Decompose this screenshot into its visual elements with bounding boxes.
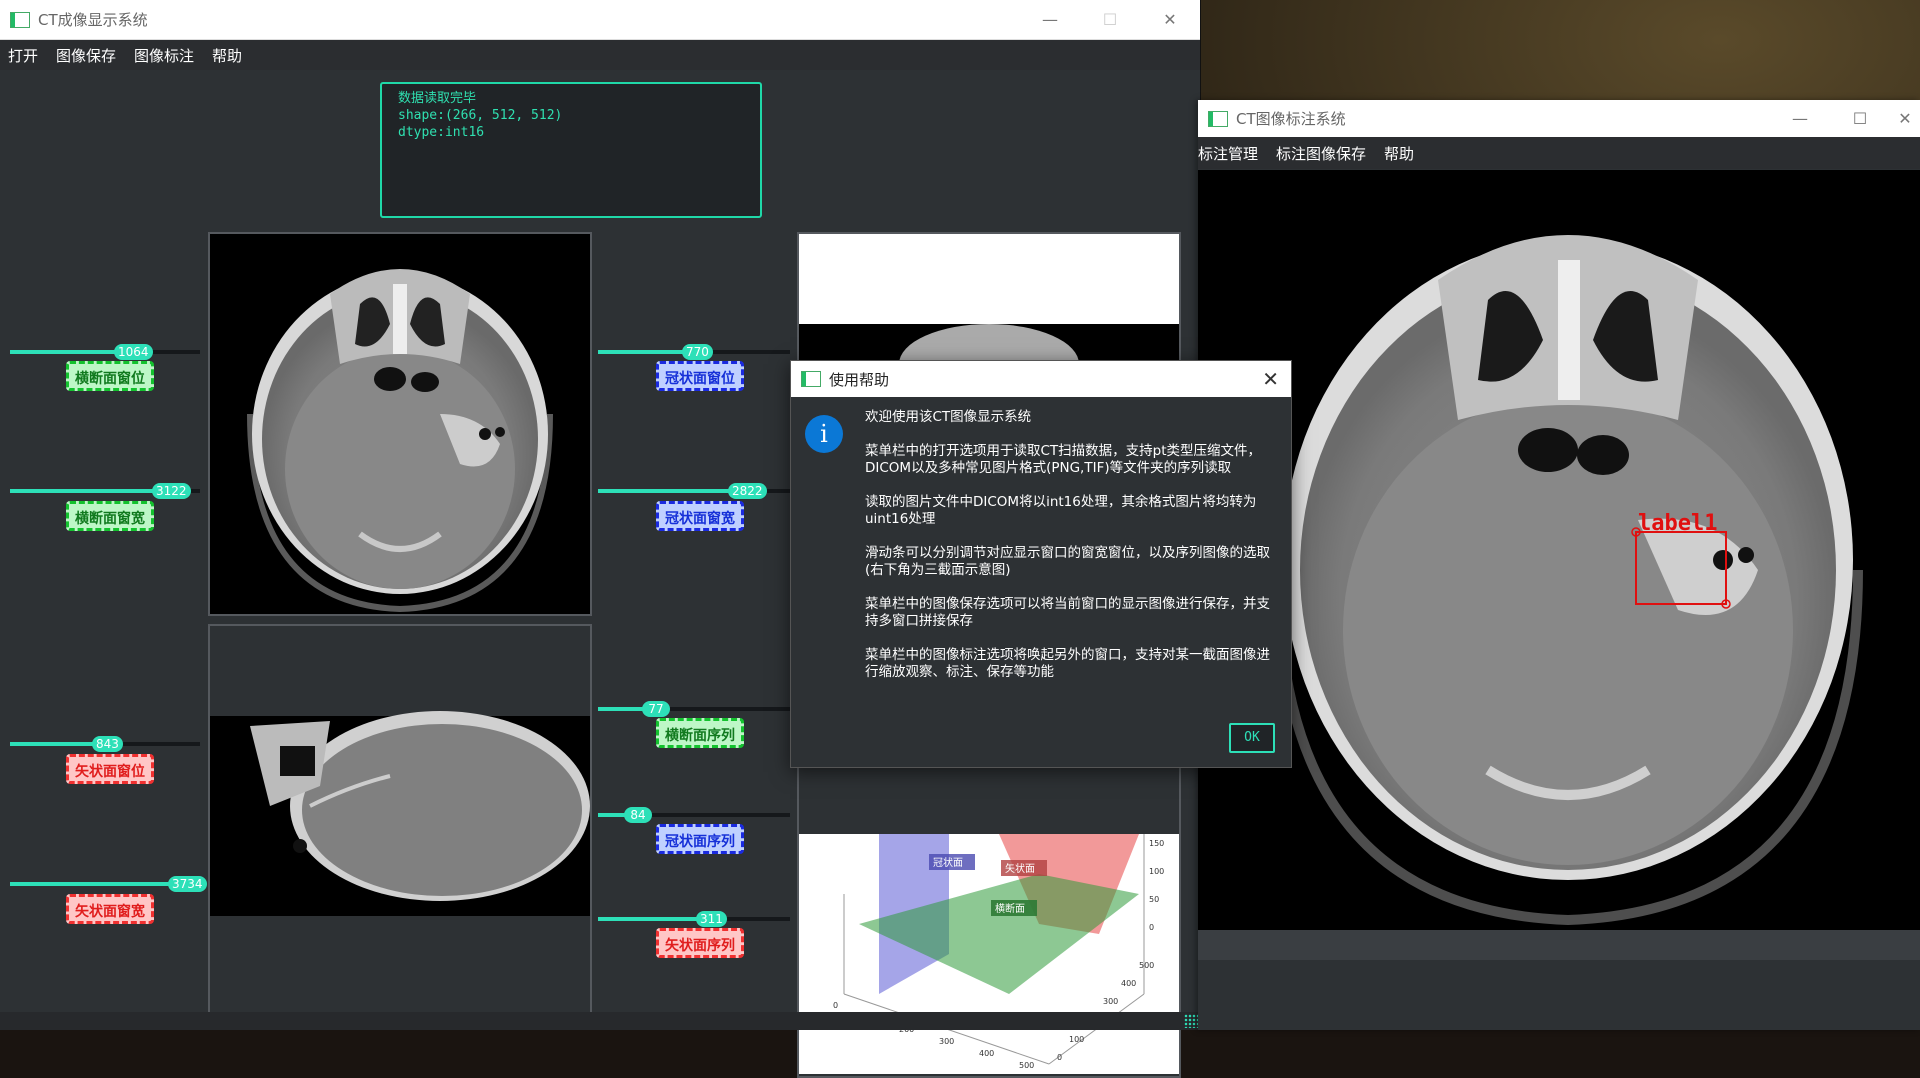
app-icon [10, 11, 30, 28]
axial-width-label: 横断面窗宽 [66, 501, 154, 531]
coronal-index-slider[interactable]: 84 [598, 804, 790, 826]
help-paragraph: 菜单栏中的图像保存选项可以将当前窗口的显示图像进行保存，并支持多窗口拼接保存 [865, 596, 1270, 629]
annotation-window-title: CT图像标注系统 [1236, 110, 1346, 128]
help-dialog-titlebar[interactable]: 使用帮助 ✕ [791, 361, 1291, 397]
sagittal-index-label: 矢状面序列 [656, 928, 744, 958]
annotation-bottom-bar [1198, 930, 1920, 960]
slider-value[interactable]: 3734 [168, 876, 207, 892]
menu-annotation-save[interactable]: 标注图像保存 [1276, 143, 1366, 164]
slider-value[interactable]: 77 [642, 701, 670, 717]
z-tick: 0 [1149, 923, 1154, 932]
close-button[interactable]: ✕ [1890, 100, 1920, 137]
axial-ct-image [210, 234, 590, 614]
minimize-button[interactable]: — [1770, 100, 1830, 137]
slider-value[interactable]: 84 [624, 807, 652, 823]
help-dialog-body: i 欢迎使用该CT图像显示系统 菜单栏中的打开选项用于读取CT扫描数据，支持pt… [791, 397, 1291, 767]
annotation-image-view[interactable]: label1 [1198, 170, 1920, 930]
annotation-titlebar[interactable]: CT图像标注系统 — ☐ ✕ [1198, 100, 1920, 137]
x-tick: 0 [833, 1001, 838, 1010]
maximize-button[interactable]: ☐ [1080, 0, 1140, 39]
coronal-level-label: 冠状面窗位 [656, 361, 744, 391]
help-paragraph: 菜单栏中的图像标注选项将唤起另外的窗口，支持对某一截面图像进行缩放观察、标注、保… [865, 647, 1270, 680]
slider-value[interactable]: 2822 [728, 483, 767, 499]
annotation-ct-image: label1 [1198, 170, 1920, 930]
info-line: dtype:int16 [398, 125, 485, 140]
sagittal-level-label: 矢状面窗位 [66, 754, 154, 784]
x-tick: 400 [979, 1049, 994, 1058]
sagittal-view-panel[interactable] [208, 624, 592, 1030]
annotation-menubar: 标注管理 标注图像保存 帮助 [1198, 137, 1920, 169]
info-line: shape:(266, 512, 512) [398, 108, 563, 123]
sagittal-level-slider[interactable]: 843 [10, 733, 200, 755]
menu-image-annotate[interactable]: 图像标注 [134, 45, 194, 66]
status-bar [0, 1012, 1200, 1030]
x-tick: 500 [1019, 1061, 1034, 1070]
help-dialog-title: 使用帮助 [829, 370, 890, 389]
coronal-index-label: 冠状面序列 [656, 824, 744, 854]
ok-button[interactable]: OK [1229, 723, 1275, 753]
slider-value[interactable]: 3122 [152, 483, 191, 499]
z-tick: 150 [1149, 839, 1164, 848]
coronal-width-label: 冠状面窗宽 [656, 501, 744, 531]
slider-value[interactable]: 843 [92, 736, 123, 752]
sagittal-width-slider[interactable]: 3734 [10, 873, 207, 895]
menu-annotation-manage[interactable]: 标注管理 [1198, 143, 1258, 164]
info-line: 数据读取完毕 [398, 91, 477, 106]
axial-index-slider[interactable]: 77 [598, 698, 790, 720]
menu-help[interactable]: 帮助 [212, 45, 242, 66]
y-tick: 0 [1057, 1053, 1062, 1062]
y-tick: 100 [1069, 1035, 1084, 1044]
main-menubar: 打开 图像保存 图像标注 帮助 [0, 40, 1200, 70]
sagittal-ct-image [210, 626, 590, 1028]
help-paragraph: 读取的图片文件中DICOM将以int16处理，其余格式图片将均转为uint16处… [865, 494, 1257, 527]
sagittal-index-slider[interactable]: 311 [598, 908, 790, 930]
menu-help[interactable]: 帮助 [1384, 143, 1414, 164]
resize-grip-icon[interactable] [1184, 1014, 1198, 1028]
axial-level-slider[interactable]: 1064 [10, 341, 200, 363]
close-button[interactable]: ✕ [1140, 0, 1200, 39]
coronal-level-slider[interactable]: 770 [598, 341, 790, 363]
axial-view-panel[interactable] [208, 232, 592, 616]
help-paragraph: 欢迎使用该CT图像显示系统 [865, 409, 1032, 425]
help-paragraph: 菜单栏中的打开选项用于读取CT扫描数据，支持pt类型压缩文件，DICOM以及多种… [865, 443, 1262, 476]
menu-open[interactable]: 打开 [8, 45, 38, 66]
z-tick: 50 [1149, 895, 1159, 904]
x-tick: 300 [939, 1037, 954, 1046]
y-tick: 400 [1121, 979, 1136, 988]
axial-width-slider[interactable]: 3122 [10, 480, 200, 502]
coronal-width-slider[interactable]: 2822 [598, 480, 790, 502]
main-window-controls: — ☐ ✕ [1020, 0, 1200, 39]
sagittal-width-label: 矢状面窗宽 [66, 894, 154, 924]
y-tick: 500 [1139, 961, 1154, 970]
maximize-button[interactable]: ☐ [1830, 100, 1890, 137]
slider-value[interactable]: 770 [682, 344, 713, 360]
axial-plane-label: 横断面 [995, 902, 1025, 915]
help-dialog: 使用帮助 ✕ i 欢迎使用该CT图像显示系统 菜单栏中的打开选项用于读取CT扫描… [790, 360, 1292, 768]
coronal-plane-label: 冠状面 [933, 856, 963, 869]
status-info-box: 数据读取完毕 shape:(266, 512, 512) dtype:int16 [380, 82, 762, 218]
close-icon[interactable]: ✕ [1262, 367, 1279, 391]
z-tick: 100 [1149, 867, 1164, 876]
app-icon [1208, 110, 1228, 127]
help-dialog-text: 欢迎使用该CT图像显示系统 菜单栏中的打开选项用于读取CT扫描数据，支持pt类型… [865, 409, 1275, 698]
minimize-button[interactable]: — [1020, 0, 1080, 39]
app-icon [801, 371, 821, 387]
menu-image-save[interactable]: 图像保存 [56, 45, 116, 66]
axial-level-label: 横断面窗位 [66, 361, 154, 391]
main-titlebar[interactable]: CT成像显示系统 — ☐ ✕ [0, 0, 1200, 40]
annotation-window-controls: — ☐ ✕ [1770, 100, 1920, 137]
annotation-box-label: label1 [1638, 511, 1717, 536]
main-window-title: CT成像显示系统 [38, 11, 148, 29]
axial-index-label: 横断面序列 [656, 718, 744, 748]
sagittal-plane-label: 矢状面 [1005, 862, 1035, 875]
info-icon: i [805, 415, 843, 453]
slider-value[interactable]: 1064 [114, 344, 153, 360]
slider-value[interactable]: 311 [696, 911, 727, 927]
y-tick: 300 [1103, 997, 1118, 1006]
help-paragraph: 滑动条可以分别调节对应显示窗口的窗宽窗位，以及序列图像的选取(右下角为三截面示意… [865, 545, 1270, 578]
annotation-window: CT图像标注系统 — ☐ ✕ 标注管理 标注图像保存 帮助 label1 [1198, 100, 1920, 1030]
